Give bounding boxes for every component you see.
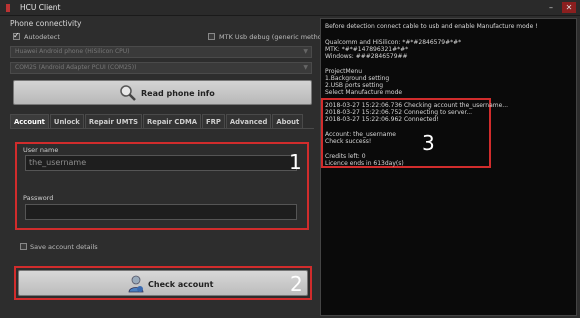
autodetect-checkbox[interactable] — [13, 31, 20, 40]
tab-divider — [10, 128, 314, 129]
tab-frp[interactable]: FRP — [202, 114, 225, 128]
minimize-icon[interactable]: – — [544, 2, 558, 13]
title-bar[interactable]: HCU Client – ✕ — [0, 0, 580, 16]
window-title: HCU Client — [20, 3, 61, 12]
tab-about[interactable]: About — [272, 114, 304, 128]
close-icon[interactable]: ✕ — [562, 2, 576, 13]
check-account-button[interactable]: Check account — [18, 270, 308, 296]
console-line: Licence ends in 613day(s) — [325, 160, 404, 167]
username-label: User name — [23, 146, 59, 154]
device-type-value: Huawei Android phone (HiSilicon CPU) — [15, 48, 130, 55]
read-phone-info-button[interactable]: Read phone info — [13, 80, 312, 105]
check-account-label: Check account — [148, 280, 214, 289]
console-line: Windows: ###2846579## — [325, 53, 408, 60]
mtk-debug-checkbox[interactable] — [208, 33, 215, 40]
read-phone-info-label: Read phone info — [141, 89, 215, 98]
password-input[interactable] — [25, 204, 297, 220]
user-icon — [128, 275, 144, 293]
hcu-client-window: HCU Client – ✕ Phone connectivity Autode… — [0, 0, 580, 318]
autodetect-label: Autodetect — [24, 33, 60, 41]
console-line: Qualcomm and HiSilicon: *#*#2846579#*#* — [325, 39, 462, 46]
tab-advanced[interactable]: Advanced — [225, 114, 272, 128]
save-details-label: Save account details — [30, 243, 98, 251]
chevron-down-icon: ▼ — [303, 48, 308, 55]
console-line: Credits left: 0 — [325, 153, 366, 160]
annotation-number-3: 3 — [422, 131, 435, 155]
console-line: MTK: *#*#147896321#*#* — [325, 46, 409, 53]
phone-connectivity-label: Phone connectivity — [10, 19, 82, 28]
console-line: Account: the_username — [325, 131, 396, 138]
console-line: ProjectMenu — [325, 68, 363, 75]
annotation-number-1: 1 — [289, 150, 302, 174]
tab-account[interactable]: Account — [10, 114, 49, 128]
mtk-debug-label: MTK Usb debug (generic method) — [219, 33, 329, 41]
tab-repair-cdma[interactable]: Repair CDMA — [143, 114, 202, 128]
port-value: COM25 (Android Adapter PCUI (COM25)) — [15, 64, 137, 71]
console-line: 1.Background setting — [325, 75, 390, 82]
console-line: Select Manufacture mode — [325, 89, 403, 96]
annotation-number-2: 2 — [290, 272, 303, 296]
tab-repair-umts[interactable]: Repair UMTS — [84, 114, 143, 128]
console-line: 2018-03-27 15:22:06.736 Checking account… — [325, 102, 509, 109]
username-input[interactable]: the_username — [25, 155, 297, 171]
tab-unlock[interactable]: Unlock — [49, 114, 84, 128]
magnifier-icon — [120, 85, 136, 101]
password-label: Password — [23, 194, 54, 202]
console-line: Check success! — [325, 138, 372, 145]
port-select[interactable]: COM25 (Android Adapter PCUI (COM25)) ▼ — [10, 62, 312, 74]
console-line: Before detection connect cable to usb an… — [325, 23, 538, 30]
console-line: 2.USB ports setting — [325, 82, 384, 89]
app-icon — [6, 4, 10, 12]
device-type-select[interactable]: Huawei Android phone (HiSilicon CPU) ▼ — [10, 46, 312, 58]
tab-bar: Account Unlock Repair UMTS Repair CDMA F… — [10, 114, 304, 128]
console-line: 2018-03-27 15:22:06.962 Connected! — [325, 116, 439, 123]
console-line: 2018-03-27 15:22:06.752 Connecting to se… — [325, 109, 473, 116]
chevron-down-icon: ▼ — [303, 64, 308, 71]
console-log[interactable]: Before detection connect cable to usb an… — [320, 18, 577, 316]
save-details-checkbox[interactable] — [20, 243, 27, 250]
